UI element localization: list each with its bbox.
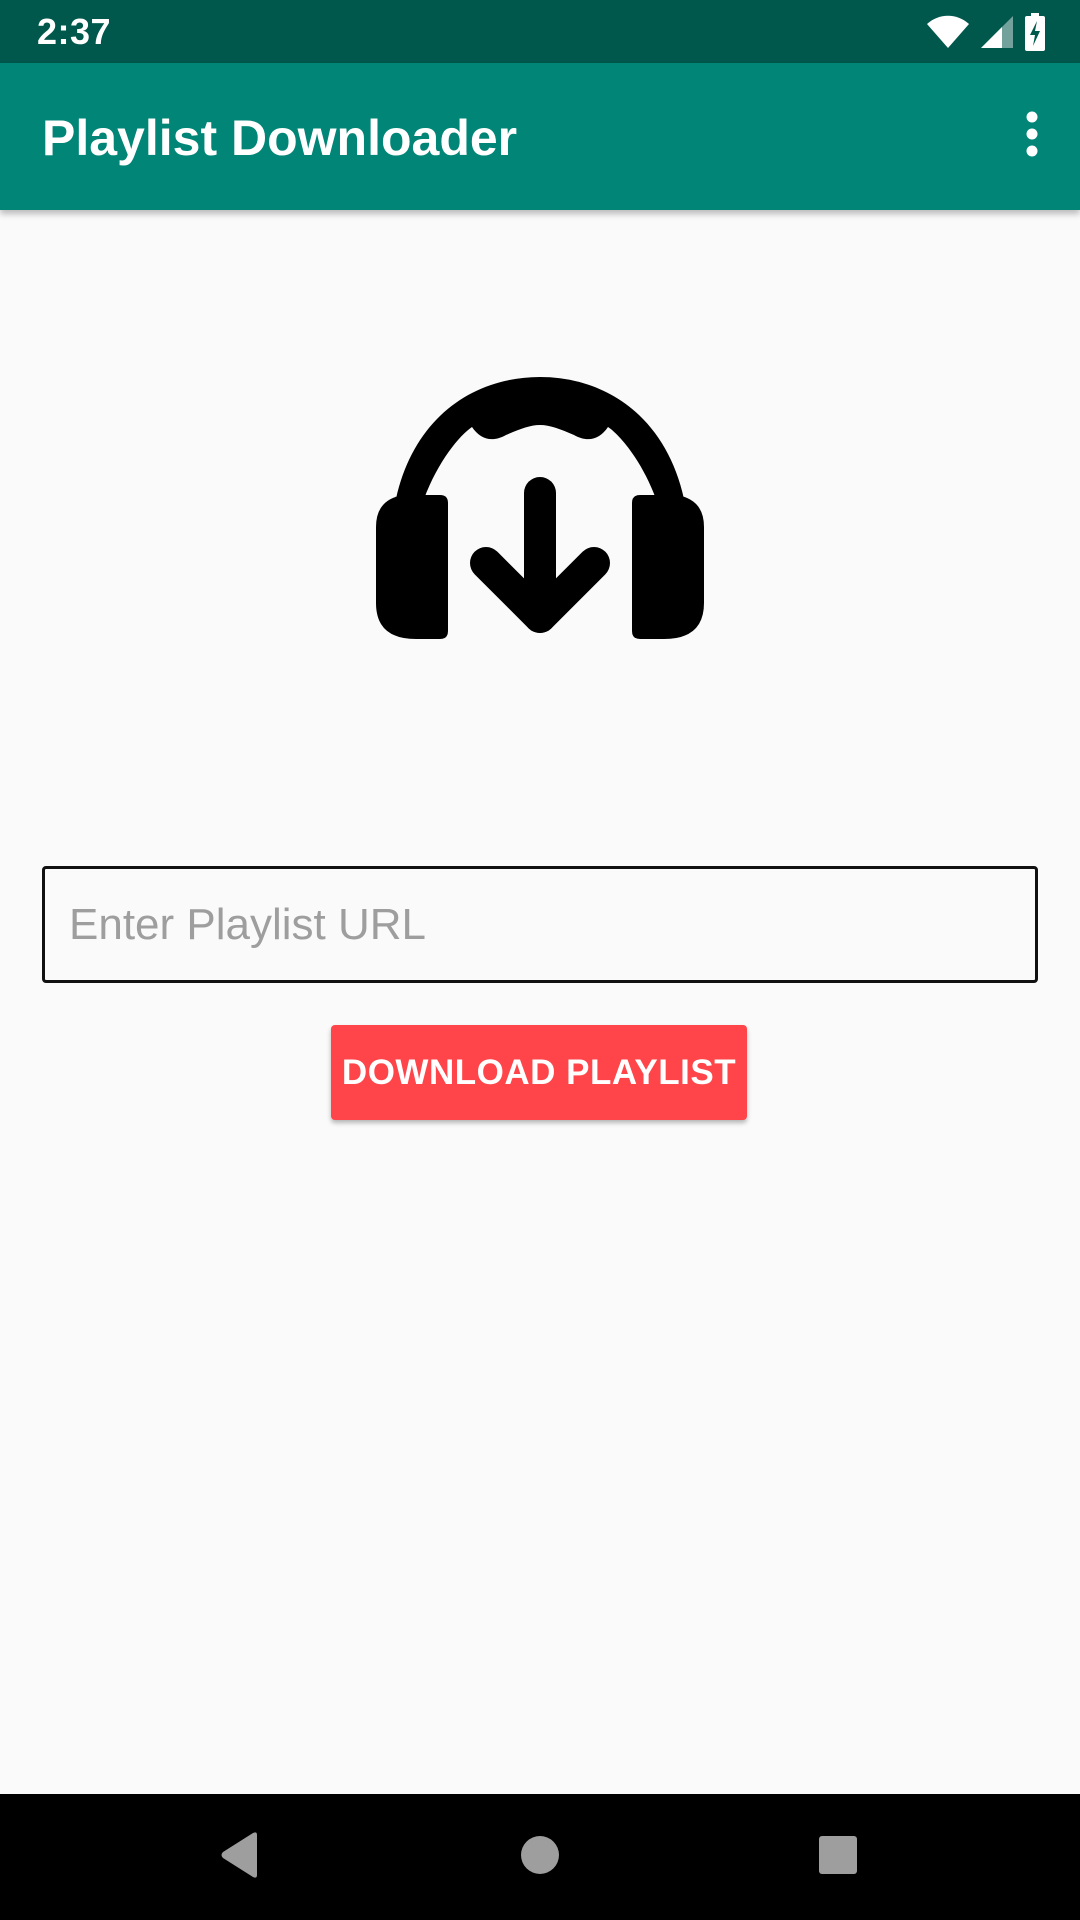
app-bar: Playlist Downloader — [0, 63, 1080, 210]
home-icon — [520, 1835, 560, 1880]
recents-icon — [818, 1835, 858, 1880]
more-options-button[interactable] — [1008, 103, 1056, 169]
playlist-url-input[interactable] — [42, 866, 1038, 983]
recents-button[interactable] — [808, 1827, 868, 1887]
status-time: 2:37 — [37, 11, 112, 52]
status-icons — [926, 12, 1046, 52]
home-button[interactable] — [510, 1827, 570, 1887]
back-icon — [219, 1831, 261, 1883]
more-vert-icon — [1025, 111, 1039, 162]
wifi-icon — [926, 15, 970, 49]
battery-charging-icon — [1024, 13, 1046, 51]
navigation-bar — [0, 1794, 1080, 1920]
cellular-signal-icon — [980, 15, 1014, 49]
download-playlist-button[interactable]: DOWNLOAD PLAYLIST — [331, 1025, 747, 1120]
app-title: Playlist Downloader — [42, 110, 518, 166]
back-button[interactable] — [210, 1827, 270, 1887]
status-bar: 2:37 — [0, 0, 1080, 63]
screen: 2:37 Playlist Downloader Enter Playlist … — [0, 0, 1080, 1920]
main-content: DOWNLOAD PLAYLIST — [0, 210, 1080, 1794]
headphones-download-icon — [374, 377, 706, 643]
